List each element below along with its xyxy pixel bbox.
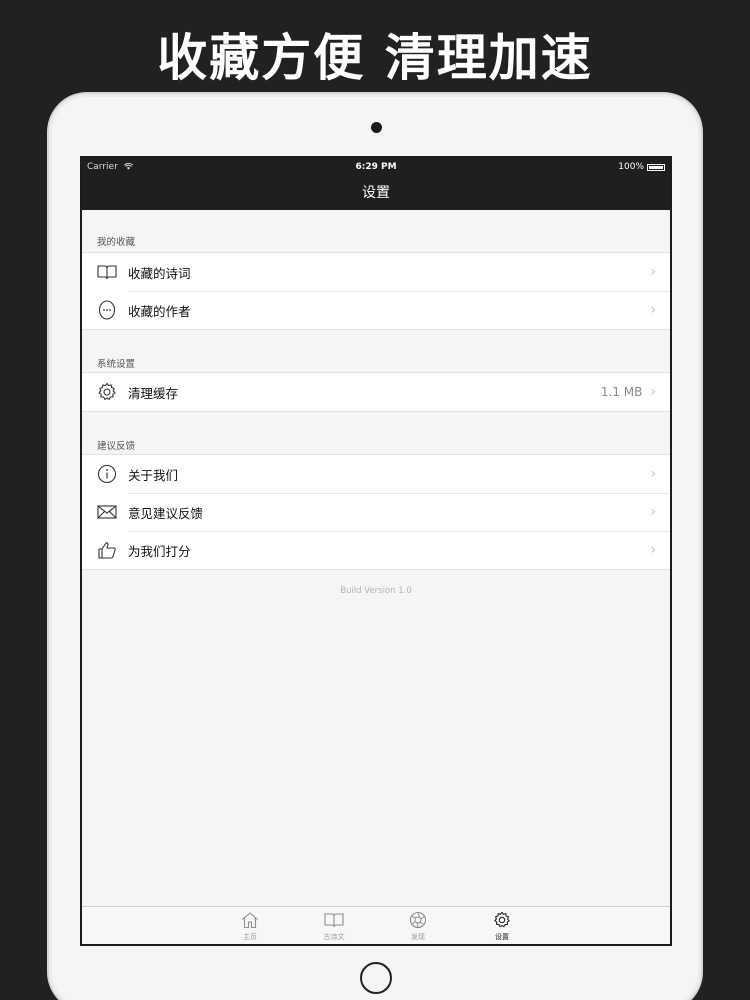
- tab-home-label: 主页: [243, 933, 257, 941]
- author-face-icon: [96, 299, 118, 321]
- section-header-system: 系统设置: [97, 359, 136, 370]
- gear-icon: [96, 381, 118, 403]
- about-us-row[interactable]: 关于我们 ›: [82, 455, 670, 493]
- chevron-right-icon: ›: [650, 264, 656, 280]
- feedback-row[interactable]: 意见建议反馈 ›: [82, 493, 670, 531]
- aperture-icon: [408, 910, 428, 930]
- tab-settings-label: 设置: [495, 933, 509, 941]
- info-icon: [96, 463, 118, 485]
- book-icon: [96, 261, 118, 283]
- rate-us-label: 为我们打分: [128, 543, 191, 559]
- build-version: Build Version 1.0: [340, 586, 412, 596]
- section-header-favorites: 我的收藏: [97, 237, 136, 248]
- cache-size: 1.1 MB: [600, 385, 643, 399]
- chevron-right-icon: ›: [650, 466, 656, 482]
- favorite-poems-row[interactable]: 收藏的诗词 ›: [82, 253, 670, 291]
- chevron-right-icon: ›: [650, 384, 656, 400]
- feedback-label: 意见建议反馈: [128, 505, 204, 521]
- home-button[interactable]: [360, 962, 392, 994]
- favorite-poems-label: 收藏的诗词: [128, 265, 191, 281]
- tab-poems[interactable]: 古诗文: [292, 907, 376, 944]
- gear-icon: [492, 910, 512, 930]
- page-title: 设置: [362, 185, 390, 201]
- tab-poems-label: 古诗文: [323, 933, 345, 941]
- book-icon: [324, 910, 344, 930]
- chevron-right-icon: ›: [650, 504, 656, 520]
- home-icon: [240, 910, 260, 930]
- tab-settings[interactable]: 设置: [460, 907, 544, 944]
- tab-discover[interactable]: 发现: [376, 907, 460, 944]
- tab-bar: 主页 古诗文 发现 设置: [82, 906, 670, 944]
- section-header-feedback: 建议反馈: [97, 441, 136, 452]
- mail-icon: [96, 501, 118, 523]
- chevron-right-icon: ›: [650, 302, 656, 318]
- status-time: 6:29 PM: [355, 162, 397, 172]
- system-group: 清理缓存 1.1 MB ›: [82, 372, 670, 412]
- favorites-group: 收藏的诗词 › 收藏的作者 ›: [82, 252, 670, 330]
- tab-home[interactable]: 主页: [208, 907, 292, 944]
- rate-us-row[interactable]: 为我们打分 ›: [82, 531, 670, 569]
- chevron-right-icon: ›: [650, 542, 656, 558]
- status-bar: Carrier 6:29 PM 100%: [82, 158, 670, 176]
- app-screen: Carrier 6:29 PM 100% 设置 我的收藏 收藏的诗词 › 收藏的…: [80, 156, 672, 946]
- ipad-frame: Carrier 6:29 PM 100% 设置 我的收藏 收藏的诗词 › 收藏的…: [47, 92, 703, 1000]
- about-us-label: 关于我们: [128, 467, 179, 483]
- battery-indicator: 100%: [618, 162, 665, 172]
- battery-icon: [647, 163, 665, 171]
- tab-discover-label: 发现: [411, 933, 425, 941]
- thumbs-up-icon: [96, 539, 118, 561]
- favorite-authors-label: 收藏的作者: [128, 303, 191, 319]
- clear-cache-row[interactable]: 清理缓存 1.1 MB ›: [82, 373, 670, 411]
- feedback-group: 关于我们 › 意见建议反馈 › 为我们打分 ›: [82, 454, 670, 570]
- promo-title: 收藏方便 清理加速: [157, 29, 593, 87]
- front-camera: [371, 122, 382, 133]
- navigation-bar: Carrier 6:29 PM 100% 设置: [82, 158, 670, 210]
- battery-percent: 100%: [618, 162, 644, 172]
- favorite-authors-row[interactable]: 收藏的作者 ›: [82, 291, 670, 329]
- clear-cache-label: 清理缓存: [128, 385, 179, 401]
